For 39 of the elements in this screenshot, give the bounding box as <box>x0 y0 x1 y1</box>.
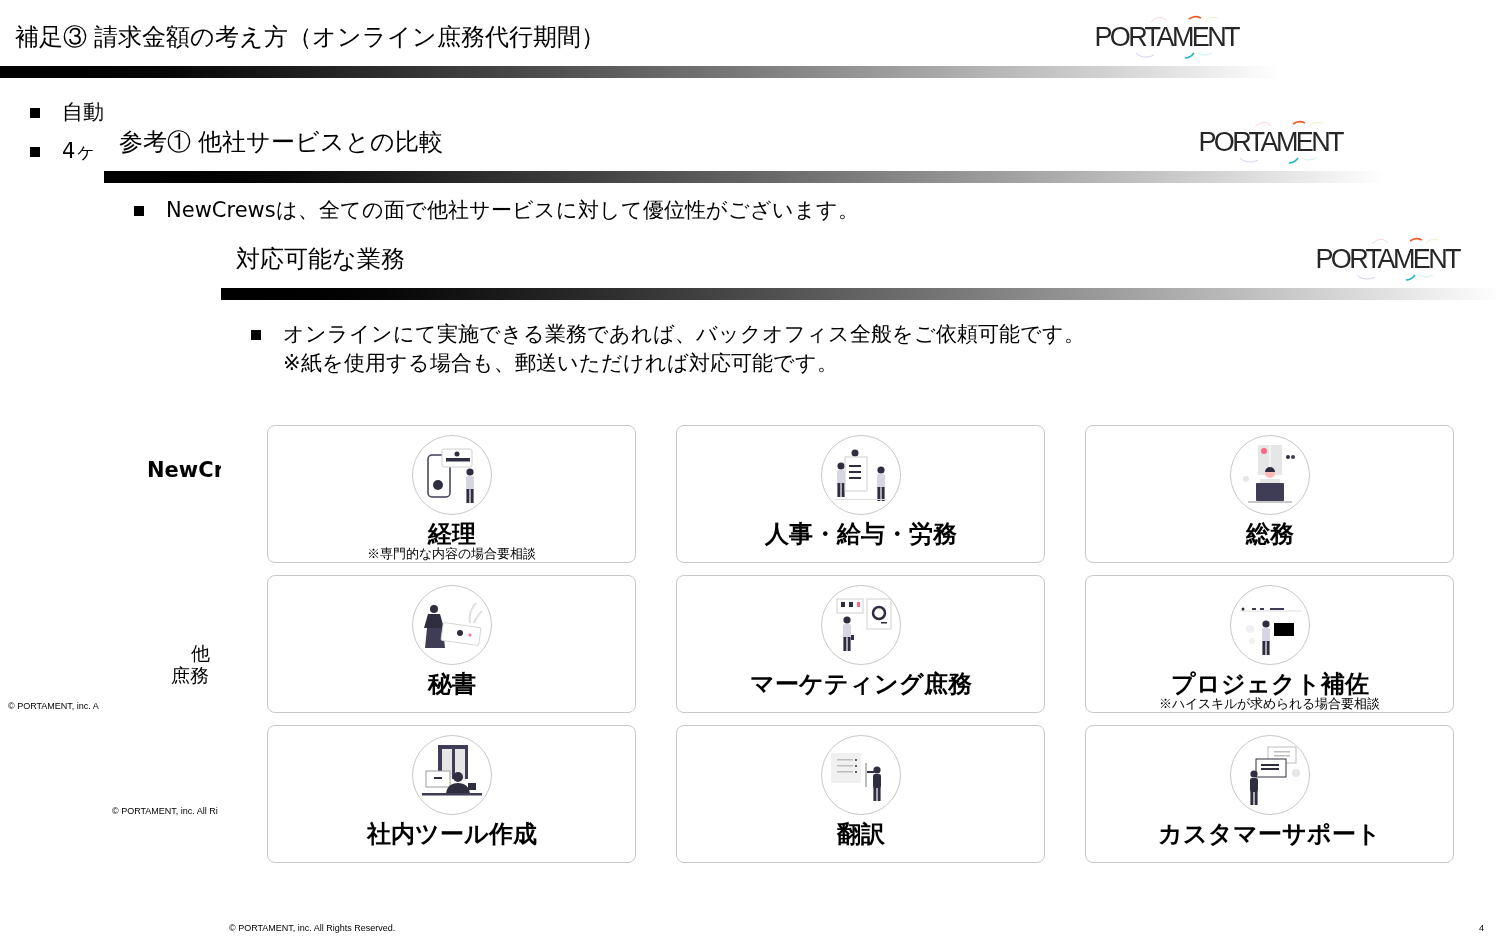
copyright-footer: © PORTAMENT, inc. A <box>8 700 99 712</box>
service-title: カスタマーサポート <box>1158 821 1381 847</box>
slide-title: 対応可能な業務 <box>236 244 405 274</box>
column-heading: NewCr <box>147 457 224 484</box>
copyright-footer: © PORTAMENT, inc. All Rights Reserved. <box>229 922 396 934</box>
bullet-text: オンラインにて実施できる業務であれば、バックオフィス全般をご依頼可能です。 <box>283 321 1085 348</box>
logo-wordmark: PORTAMENT <box>1198 128 1342 156</box>
slide-title: 参考① 他社サービスとの比較 <box>119 127 443 157</box>
row-heading: 庶務 <box>171 665 209 687</box>
service-title: 人事・給与・労務 <box>764 521 957 547</box>
swirl-accent-icon <box>1370 237 1441 245</box>
swirl-accent-icon <box>1134 51 1215 59</box>
service-title: 総務 <box>1245 521 1294 547</box>
service-title: 社内ツール作成 <box>366 821 537 847</box>
bullet-text: 4ヶ <box>62 138 98 165</box>
swirl-accent-icon <box>1149 15 1220 23</box>
copyright-footer: © PORTAMENT, inc. All Ri <box>112 805 218 817</box>
logo-wordmark: PORTAMENT <box>1315 245 1459 273</box>
swirl-accent-icon <box>1355 273 1436 281</box>
service-title: マーケティング庶務 <box>749 671 972 697</box>
swirl-accent-icon <box>1238 156 1319 164</box>
service-note: ※専門的な内容の場合要相談 <box>367 547 536 561</box>
swirl-accent-icon <box>1253 120 1324 128</box>
bullet-icon <box>134 206 144 216</box>
service-note: ※ハイスキルが求められる場合要相談 <box>1159 697 1380 711</box>
slide-title: 補足③ 請求金額の考え方（オンライン庶務代行期間） <box>15 22 605 52</box>
bullet-text: ※紙を使用する場合も、郵送いただければ対応可能です。 <box>283 350 839 377</box>
service-title: 経理 <box>427 521 476 547</box>
bullet-icon <box>30 147 40 157</box>
page-number: 4 <box>1479 922 1484 934</box>
row-heading: 他 <box>191 643 210 665</box>
bullet-text: 自動 <box>62 99 104 126</box>
bullet-icon <box>251 330 261 340</box>
bullet-text: NewCrewsは、全ての面で他社サービスに対して優位性がございます。 <box>166 197 859 224</box>
service-title: 翻訳 <box>836 821 885 847</box>
bullet-icon <box>30 108 40 118</box>
service-title: プロジェクト補佐 <box>1170 671 1369 697</box>
service-title: 秘書 <box>427 671 476 697</box>
logo-wordmark: PORTAMENT <box>1094 23 1238 51</box>
